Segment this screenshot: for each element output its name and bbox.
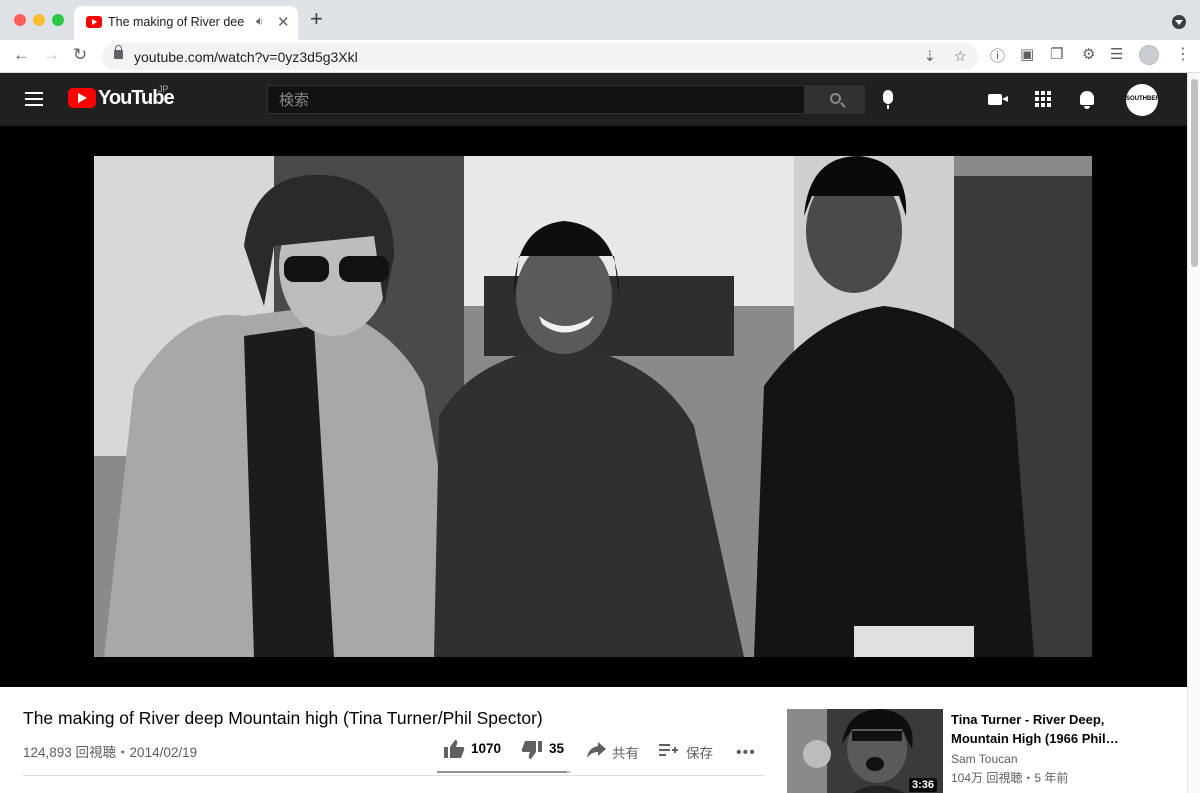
more-actions-icon[interactable]: ••• bbox=[736, 744, 756, 762]
microphone-icon[interactable] bbox=[883, 90, 893, 109]
browser-tab-strip: The making of River deep Mountain high 🔉… bbox=[0, 0, 1200, 40]
youtube-masthead: YouTube JP SOUTHBERRY bbox=[0, 73, 1187, 126]
close-window-button[interactable] bbox=[14, 14, 26, 26]
forward-arrow-icon[interactable]: → bbox=[43, 45, 60, 65]
media-queue-icon[interactable]: ☰ bbox=[1110, 45, 1123, 63]
bookmark-star-icon[interactable]: ☆ bbox=[954, 48, 967, 65]
save-playlist-icon[interactable] bbox=[658, 742, 678, 758]
share-label[interactable]: 共有 bbox=[612, 742, 639, 762]
scrollbar-thumb[interactable] bbox=[1191, 79, 1198, 267]
close-tab-icon[interactable]: ✕ bbox=[277, 13, 290, 31]
recommended-channel-name[interactable]: Sam Toucan bbox=[951, 752, 1018, 766]
extensions-puzzle-icon[interactable]: ⚙ bbox=[1082, 45, 1095, 63]
page-scrollbar[interactable] bbox=[1187, 73, 1200, 793]
copy-extension-icon[interactable]: ❐ bbox=[1050, 45, 1063, 63]
search-input[interactable] bbox=[268, 86, 804, 113]
dislike-count[interactable]: 35 bbox=[549, 741, 564, 756]
browser-tab-active[interactable]: The making of River deep Mountain high 🔉… bbox=[74, 6, 298, 40]
apps-grid-icon[interactable] bbox=[1035, 91, 1051, 107]
video-player[interactable] bbox=[0, 126, 1187, 687]
video-title: The making of River deep Mountain high (… bbox=[23, 708, 543, 728]
video-view-count-date: 124,893 回視聴・2014/02/19 bbox=[23, 745, 198, 760]
youtube-favicon-icon bbox=[86, 16, 102, 28]
address-bar[interactable]: youtube.com/watch?v=0yz3d5g3Xkl ⇣ ☆ bbox=[102, 43, 978, 70]
search-icon bbox=[830, 93, 841, 104]
like-dislike-ratio-bar bbox=[437, 771, 571, 773]
hamburger-menu-icon[interactable] bbox=[25, 92, 43, 106]
cast-extension-icon[interactable]: ▣ bbox=[1020, 45, 1034, 63]
speaker-icon[interactable]: 🔉︎ bbox=[256, 14, 264, 29]
minimize-window-button[interactable] bbox=[33, 14, 45, 26]
install-app-icon[interactable]: ⇣ bbox=[924, 48, 936, 65]
youtube-logo-icon[interactable] bbox=[68, 88, 96, 108]
recommended-video-title[interactable]: Tina Turner - River Deep, Mountain High … bbox=[951, 710, 1141, 748]
like-ratio-fill bbox=[437, 771, 567, 773]
url-text[interactable]: youtube.com/watch?v=0yz3d5g3Xkl bbox=[134, 49, 358, 65]
search-box bbox=[267, 85, 805, 114]
like-count[interactable]: 1070 bbox=[471, 741, 501, 756]
recommended-video-stats: 104万 回視聴・5 年前 bbox=[951, 771, 1069, 785]
video-still-image bbox=[94, 156, 1092, 657]
avatar-logo-text: SOUTHBERRY bbox=[1126, 96, 1158, 102]
back-arrow-icon[interactable]: ← bbox=[13, 45, 30, 65]
info-extension-icon[interactable]: ⓘ bbox=[990, 45, 1005, 66]
tab-search-button[interactable] bbox=[1172, 15, 1186, 29]
info-divider bbox=[23, 775, 764, 776]
lock-icon[interactable] bbox=[114, 45, 123, 59]
region-label: JP bbox=[158, 84, 169, 94]
account-avatar[interactable]: SOUTHBERRY bbox=[1126, 84, 1158, 116]
thumbs-down-icon[interactable] bbox=[521, 740, 543, 760]
video-frame[interactable] bbox=[94, 156, 1092, 657]
search-button[interactable] bbox=[805, 85, 865, 114]
save-label[interactable]: 保存 bbox=[686, 742, 713, 762]
profile-avatar[interactable] bbox=[1139, 45, 1159, 65]
reload-icon[interactable]: ↻ bbox=[73, 45, 87, 65]
new-tab-button[interactable]: + bbox=[310, 8, 323, 30]
notifications-bell-icon[interactable] bbox=[1080, 91, 1094, 109]
create-video-icon[interactable] bbox=[988, 94, 1008, 105]
tab-title: The making of River deep Mountain high bbox=[108, 15, 244, 29]
video-duration-badge: 3:36 bbox=[909, 778, 938, 792]
zoom-window-button[interactable] bbox=[52, 14, 64, 26]
browser-toolbar: ← → ↻ youtube.com/watch?v=0yz3d5g3Xkl ⇣ … bbox=[0, 40, 1200, 73]
browser-menu-icon[interactable]: ⋮ bbox=[1175, 44, 1191, 64]
thumbs-up-icon[interactable] bbox=[443, 739, 465, 759]
share-arrow-icon[interactable] bbox=[586, 741, 606, 759]
